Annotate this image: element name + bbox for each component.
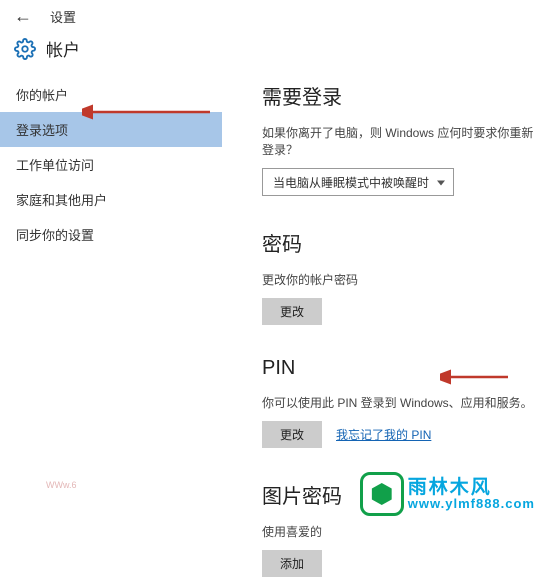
sidebar-item-signin-options[interactable]: 登录选项	[0, 112, 222, 147]
sidebar: 你的帐户 登录选项 工作单位访问 家庭和其他用户 同步你的设置	[0, 73, 222, 577]
watermark-text-cn: 雨林木风	[408, 478, 535, 497]
watermark-logo: 雨林木风 www.ylmf888.com	[360, 472, 535, 516]
sidebar-item-sync[interactable]: 同步你的设置	[0, 217, 222, 252]
watermark-small: WWw.6	[46, 480, 77, 490]
sidebar-item-work-access[interactable]: 工作单位访问	[0, 147, 222, 182]
pin-heading: PIN	[262, 357, 543, 380]
sidebar-item-your-account[interactable]: 你的帐户	[0, 77, 222, 112]
watermark-text-url: www.ylmf888.com	[408, 497, 535, 510]
back-icon[interactable]: ←	[14, 6, 32, 27]
pin-description: 你可以使用此 PIN 登录到 Windows、应用和服务。	[262, 394, 543, 411]
gear-icon	[14, 38, 36, 60]
password-description: 更改你的帐户密码	[262, 271, 543, 288]
window-title: 设置	[50, 7, 76, 26]
signin-heading: 需要登录	[262, 81, 543, 110]
signin-description: 如果你离开了电脑，则 Windows 应何时要求你重新登录？	[262, 124, 543, 158]
sidebar-item-family[interactable]: 家庭和其他用户	[0, 182, 222, 217]
pin-change-button[interactable]: 更改	[262, 421, 322, 448]
watermark-icon	[360, 472, 404, 516]
signin-dropdown[interactable]: 当电脑从睡眠模式中被唤醒时	[262, 168, 454, 196]
password-heading: 密码	[262, 228, 543, 257]
password-change-button[interactable]: 更改	[262, 298, 322, 325]
forgot-pin-link[interactable]: 我忘记了我的 PIN	[336, 426, 431, 443]
picture-password-add-button[interactable]: 添加	[262, 550, 322, 577]
page-title: 帐户	[46, 36, 80, 61]
